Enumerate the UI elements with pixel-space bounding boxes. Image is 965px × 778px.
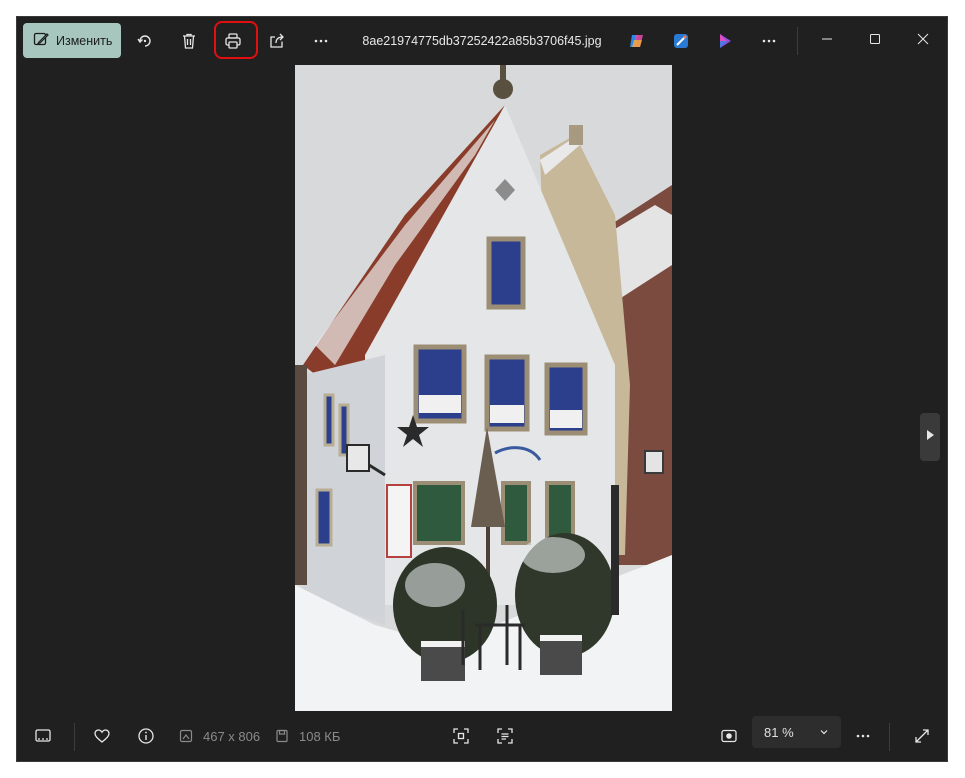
actual-size-icon[interactable]	[713, 720, 745, 752]
copilot-icon[interactable]	[621, 25, 653, 57]
close-icon	[917, 32, 929, 50]
file-name: 8ae21974775db37252422a85b3706f45.jpg	[362, 34, 602, 48]
dimensions-icon	[179, 711, 193, 761]
chevron-down-icon	[819, 725, 829, 740]
more-icon[interactable]	[305, 25, 337, 57]
maximize-button[interactable]	[855, 25, 895, 57]
image-canvas	[17, 65, 947, 713]
filmstrip-icon[interactable]	[27, 720, 59, 752]
edit-button-label: Изменить	[56, 33, 113, 48]
next-image-button[interactable]	[920, 413, 940, 461]
minimize-icon	[821, 32, 833, 50]
text-select-icon[interactable]	[489, 720, 521, 752]
statusbar-divider	[889, 723, 890, 751]
photo-viewer-image[interactable]	[295, 65, 672, 713]
fit-to-window-icon[interactable]	[445, 720, 477, 752]
file-size-icon	[275, 711, 289, 761]
delete-icon[interactable]	[173, 25, 205, 57]
chevron-right-icon	[925, 428, 935, 446]
image-dimensions: 467 x 806	[203, 728, 261, 744]
bottom-statusbar: 467 x 806 108 КБ 81 %	[17, 711, 947, 761]
minimize-button[interactable]	[807, 25, 847, 57]
top-toolbar: Изменить 8ae21974775db37252422a85b3706f4…	[17, 17, 947, 65]
file-size: 108 КБ	[299, 728, 341, 744]
maximize-icon	[869, 32, 881, 50]
edit-icon	[33, 31, 49, 50]
designer-icon[interactable]	[665, 25, 697, 57]
toolbar-divider	[797, 27, 798, 55]
more-icon[interactable]	[753, 25, 785, 57]
share-icon[interactable]	[261, 25, 293, 57]
zoom-value: 81 %	[764, 724, 794, 740]
clipchamp-icon[interactable]	[709, 25, 741, 57]
print-button-highlight	[214, 21, 258, 59]
photos-app-window: Изменить 8ae21974775db37252422a85b3706f4…	[16, 16, 948, 762]
edit-button[interactable]: Изменить	[23, 23, 121, 58]
close-button[interactable]	[903, 25, 943, 57]
rotate-icon[interactable]	[129, 25, 161, 57]
more-icon[interactable]	[847, 720, 879, 752]
heart-icon[interactable]	[86, 720, 118, 752]
info-icon[interactable]	[130, 720, 162, 752]
fullscreen-icon[interactable]	[906, 720, 938, 752]
zoom-dropdown[interactable]: 81 %	[752, 716, 841, 748]
statusbar-divider	[74, 723, 75, 751]
